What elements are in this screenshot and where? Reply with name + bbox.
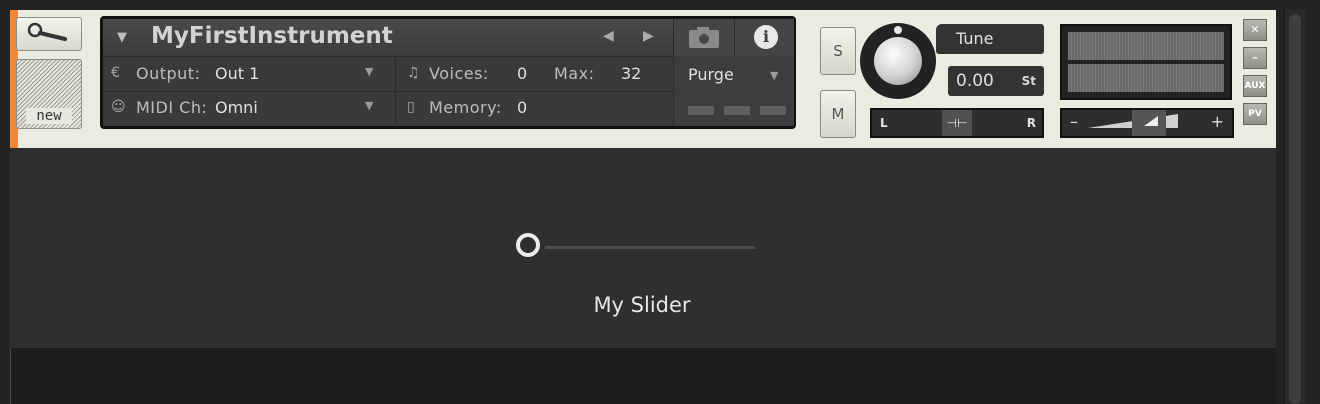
pan-slider[interactable]: L ⊣⊢ R xyxy=(870,108,1044,138)
aux-button[interactable]: AUX xyxy=(1243,75,1267,97)
pan-handle[interactable]: ⊣⊢ xyxy=(942,110,972,136)
instrument-name[interactable]: MyFirstInstrument xyxy=(151,23,393,49)
minimize-button[interactable]: – xyxy=(1243,47,1267,69)
midi-dropdown-icon[interactable]: ▼ xyxy=(365,99,373,112)
tune-value-field[interactable]: 0.00 St xyxy=(948,66,1044,96)
meter-right-channel xyxy=(1068,64,1224,92)
max-voices-value[interactable]: 32 xyxy=(621,64,641,83)
divider xyxy=(395,91,396,125)
tune-label: Tune xyxy=(936,24,1044,54)
volume-slider[interactable]: – + xyxy=(1060,108,1234,138)
close-button[interactable]: ✕ xyxy=(1243,19,1267,41)
wrench-icon xyxy=(27,22,67,41)
row-output-voices: € Output: Out 1 ▼ ♫ Voices: 0 Max: 32 xyxy=(103,57,673,92)
tune-knob-indicator xyxy=(894,26,902,34)
tune-value: 0.00 xyxy=(956,71,994,91)
new-instrument-button[interactable]: new xyxy=(16,59,82,129)
divider xyxy=(10,348,11,404)
voices-label: Voices: xyxy=(429,64,489,83)
tune-knob-cap xyxy=(874,37,922,85)
pan-left-label: L xyxy=(880,116,888,130)
instrument-title-bar: ▼ MyFirstInstrument ◀ ▶ xyxy=(103,19,673,57)
pan-right-label: R xyxy=(1026,116,1036,130)
memory-icon: ▯ xyxy=(407,99,415,115)
row-midi-memory: ☺ MIDI Ch: Omni ▼ ▯ Memory: 0 xyxy=(103,91,673,125)
edit-instrument-button[interactable] xyxy=(16,17,82,51)
tune-unit: St xyxy=(1021,74,1036,88)
pv-button[interactable]: PV xyxy=(1243,103,1267,125)
midi-value[interactable]: Omni xyxy=(215,98,258,117)
output-icon: € xyxy=(111,65,120,81)
meter-left-channel xyxy=(1068,32,1224,60)
output-value[interactable]: Out 1 xyxy=(215,64,259,83)
activity-led xyxy=(760,106,786,115)
my-slider-label: My Slider xyxy=(593,293,691,317)
volume-handle[interactable] xyxy=(1132,110,1166,136)
camera-icon xyxy=(689,27,719,48)
info-button[interactable]: i xyxy=(735,19,794,56)
my-slider-handle[interactable] xyxy=(516,233,540,257)
scrollbar-thumb[interactable] xyxy=(1289,14,1301,404)
output-dropdown-icon[interactable]: ▼ xyxy=(365,65,373,78)
rack-empty-area xyxy=(10,348,1276,404)
instrument-panel: ▼ MyFirstInstrument ◀ ▶ € Output: Out 1 … xyxy=(100,16,796,129)
memory-label: Memory: xyxy=(429,98,502,117)
purge-dropdown-icon[interactable]: ▼ xyxy=(770,69,778,82)
max-label: Max: xyxy=(554,64,595,83)
next-instrument-icon[interactable]: ▶ xyxy=(643,28,654,44)
voices-icon: ♫ xyxy=(407,65,420,81)
info-icon: i xyxy=(754,25,778,49)
solo-button[interactable]: S xyxy=(820,27,856,75)
level-meter xyxy=(1060,24,1232,100)
previous-instrument-icon[interactable]: ◀ xyxy=(603,28,614,44)
divider xyxy=(395,57,396,91)
tune-knob[interactable] xyxy=(860,23,936,99)
instrument-side-panel: i Purge ▼ xyxy=(673,19,794,126)
volume-minus-label: – xyxy=(1070,112,1078,131)
volume-plus-label: + xyxy=(1210,112,1224,131)
volume-handle-icon xyxy=(1144,116,1158,126)
activity-led xyxy=(724,106,750,115)
purge-menu[interactable]: Purge xyxy=(688,65,734,84)
midi-label: MIDI Ch: xyxy=(136,98,208,117)
snapshot-button[interactable] xyxy=(674,19,735,56)
activity-led xyxy=(688,106,714,115)
collapse-arrow-icon[interactable]: ▼ xyxy=(117,30,127,45)
midi-icon: ☺ xyxy=(111,99,126,115)
memory-value: 0 xyxy=(517,98,528,117)
output-label: Output: xyxy=(136,64,201,83)
my-slider-track[interactable] xyxy=(545,246,755,249)
mute-button[interactable]: M xyxy=(820,90,856,138)
new-label: new xyxy=(26,108,72,124)
voices-value: 0 xyxy=(517,64,528,83)
